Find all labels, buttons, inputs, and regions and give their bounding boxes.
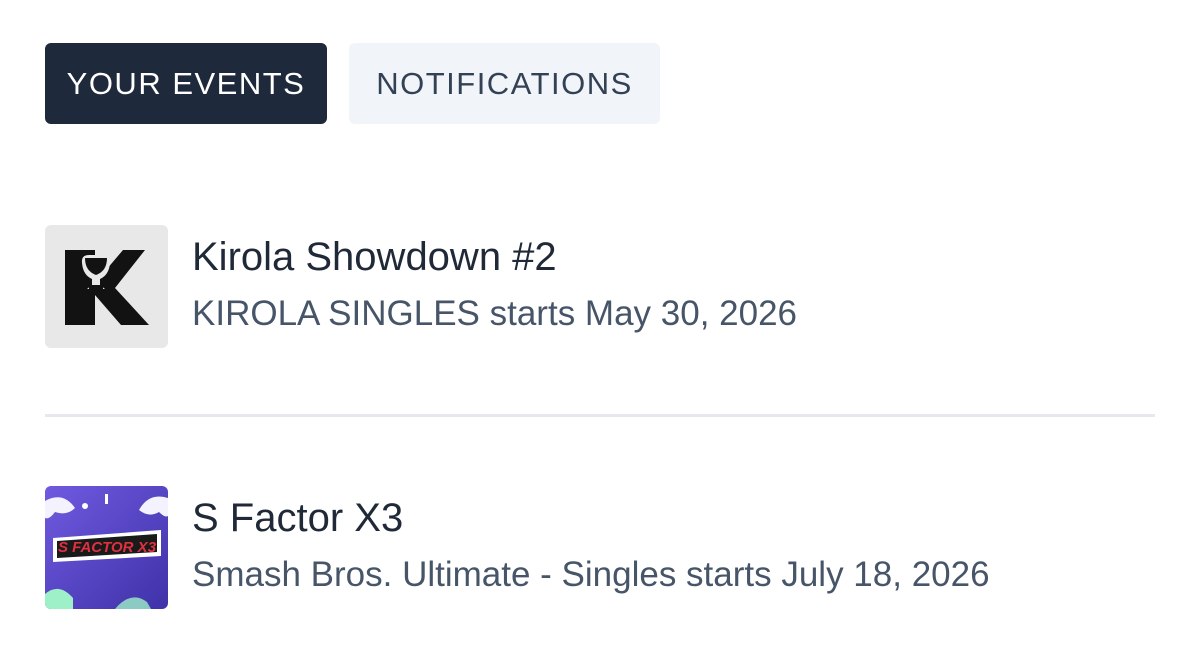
event-thumbnail: S FACTOR X3 (45, 486, 168, 609)
events-page: YOUR EVENTS NOTIFICATIONS Kirola Showdow… (0, 0, 1200, 653)
event-subtitle: KIROLA SINGLES starts May 30, 2026 (192, 293, 797, 333)
tab-notifications[interactable]: NOTIFICATIONS (349, 43, 660, 124)
event-item-s-factor-x3[interactable]: S FACTOR X3 S Factor X3 Smash Bros. Ulti… (45, 486, 1155, 609)
event-thumbnail (45, 225, 168, 348)
event-title: S Factor X3 (192, 495, 404, 540)
event-title: Kirola Showdown #2 (192, 234, 557, 279)
tab-your-events[interactable]: YOUR EVENTS (45, 43, 327, 124)
kirola-trophy-logo-icon (45, 225, 168, 348)
event-subtitle: Smash Bros. Ultimate - Singles starts Ju… (192, 554, 990, 594)
s-factor-x3-logo-icon: S FACTOR X3 (45, 486, 168, 609)
divider (45, 414, 1155, 417)
svg-text:S FACTOR X3: S FACTOR X3 (58, 539, 157, 556)
tab-bar: YOUR EVENTS NOTIFICATIONS (45, 43, 660, 124)
event-item-kirola-showdown[interactable]: Kirola Showdown #2 KIROLA SINGLES starts… (45, 225, 1155, 348)
